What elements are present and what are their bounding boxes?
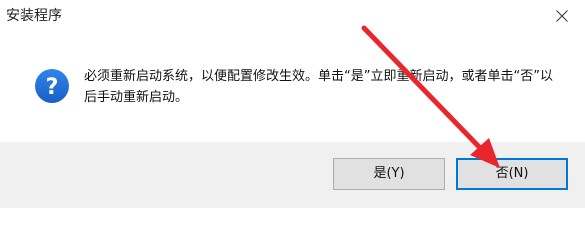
svg-text:?: ? xyxy=(46,75,59,100)
question-icon: ? xyxy=(35,69,69,103)
yes-button[interactable]: 是(Y) xyxy=(333,158,445,190)
title-bar: 安装程序 xyxy=(0,0,585,36)
close-icon xyxy=(556,10,568,22)
setup-dialog: 安装程序 ? 必须重新启动系统，以便配置修改生效。单击“是”立即重新启动，或者单… xyxy=(0,0,585,208)
close-button[interactable] xyxy=(539,0,585,32)
window-title: 安装程序 xyxy=(6,8,62,24)
dialog-content: ? 必须重新启动系统，以便配置修改生效。单击“是”立即重新启动，或者单击“否”以… xyxy=(0,36,585,142)
no-button[interactable]: 否(N) xyxy=(456,158,568,190)
message-text: 必须重新启动系统，以便配置修改生效。单击“是”立即重新启动，或者单击“否”以后手… xyxy=(84,69,553,105)
button-bar: 是(Y) 否(N) xyxy=(0,142,585,208)
